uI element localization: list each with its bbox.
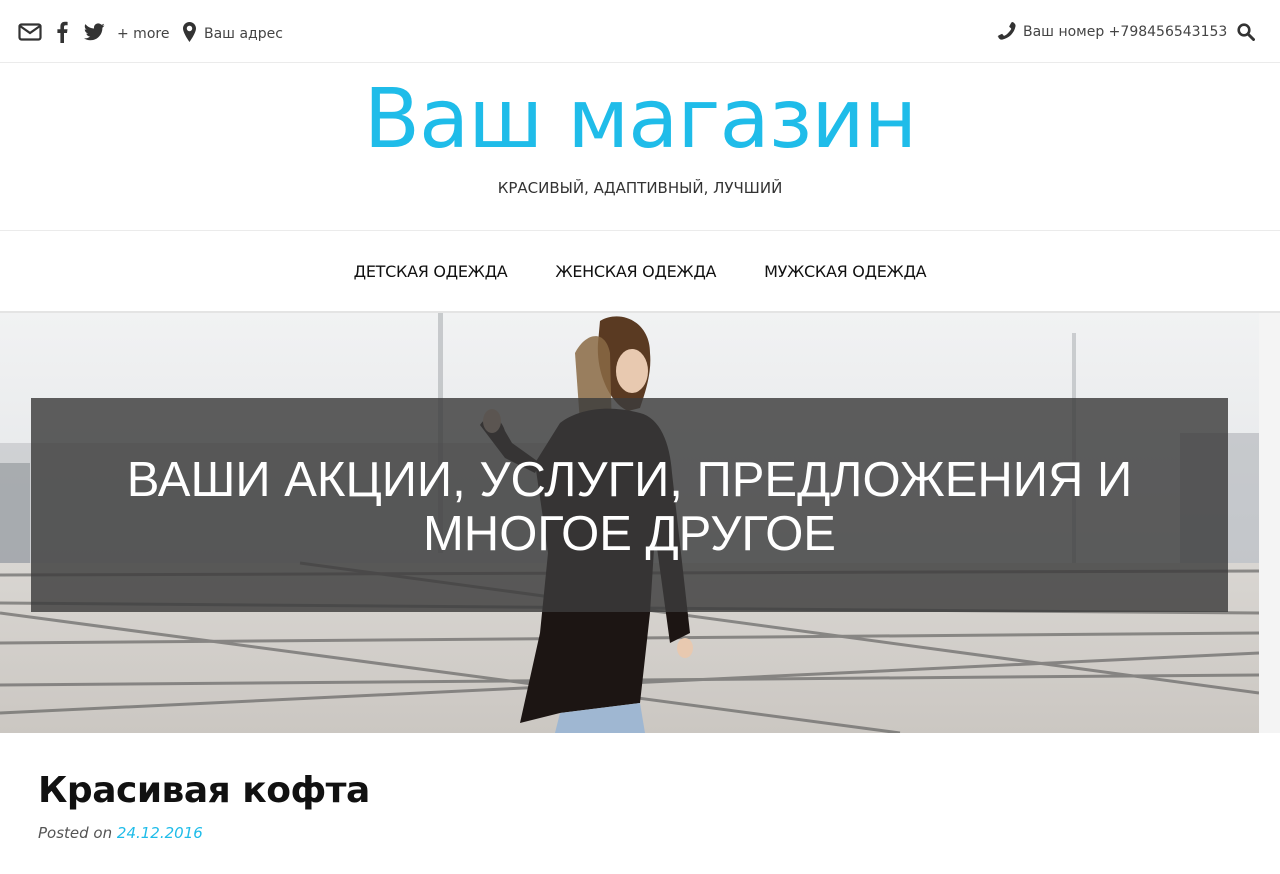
hero-caption-text: ВАШИ АКЦИИ, УСЛУГИ, ПРЕДЛОЖЕНИЯ И МНОГОЕ… (126, 453, 1133, 561)
nav-item-womens-clothing[interactable]: ЖЕНСКАЯ ОДЕЖДА (555, 262, 716, 281)
main-navigation: ДЕТСКАЯ ОДЕЖДА ЖЕНСКАЯ ОДЕЖДА МУЖСКАЯ ОД… (0, 231, 1280, 313)
search-button[interactable] (1237, 0, 1255, 63)
facebook-link[interactable] (56, 0, 68, 63)
phone-text: Ваш номер +798456543153 (1023, 24, 1228, 40)
email-link[interactable] (18, 0, 42, 63)
more-link[interactable]: + more (117, 26, 169, 42)
nav-item-kids-clothing[interactable]: ДЕТСКАЯ ОДЕЖДА (354, 262, 508, 281)
hero-slider: ВАШИ АКЦИИ, УСЛУГИ, ПРЕДЛОЖЕНИЯ И МНОГОЕ… (0, 313, 1259, 733)
site-title[interactable]: Ваш магазин (0, 74, 1280, 165)
hero-caption: ВАШИ АКЦИИ, УСЛУГИ, ПРЕДЛОЖЕНИЯ И МНОГОЕ… (31, 398, 1228, 612)
facebook-icon (56, 21, 68, 43)
address-item: Ваш адрес (183, 0, 283, 63)
post-meta: Posted on 24.12.2016 (38, 824, 203, 842)
map-marker-icon (183, 21, 196, 42)
post-date-link[interactable]: 24.12.2016 (117, 824, 203, 842)
phone-icon (997, 22, 1016, 41)
site-branding: Ваш магазин КРАСИВЫЙ, АДАПТИВНЫЙ, ЛУЧШИЙ (0, 63, 1280, 231)
site-tagline: КРАСИВЫЙ, АДАПТИВНЫЙ, ЛУЧШИЙ (497, 179, 783, 197)
posted-on-label: Posted on (38, 824, 113, 842)
address-text: Ваш адрес (204, 25, 283, 42)
page-edge-strip (1259, 313, 1280, 733)
twitter-icon (84, 22, 105, 41)
search-icon (1237, 22, 1255, 41)
twitter-link[interactable] (84, 0, 105, 63)
nav-item-mens-clothing[interactable]: МУЖСКАЯ ОДЕЖДА (764, 262, 926, 281)
envelope-icon (18, 22, 42, 41)
phone-item: Ваш номер +798456543153 (997, 0, 1227, 63)
top-bar: + more Ваш адрес Ваш номер +798456543153 (0, 0, 1280, 63)
post-title[interactable]: Красивая кофта (38, 770, 370, 811)
